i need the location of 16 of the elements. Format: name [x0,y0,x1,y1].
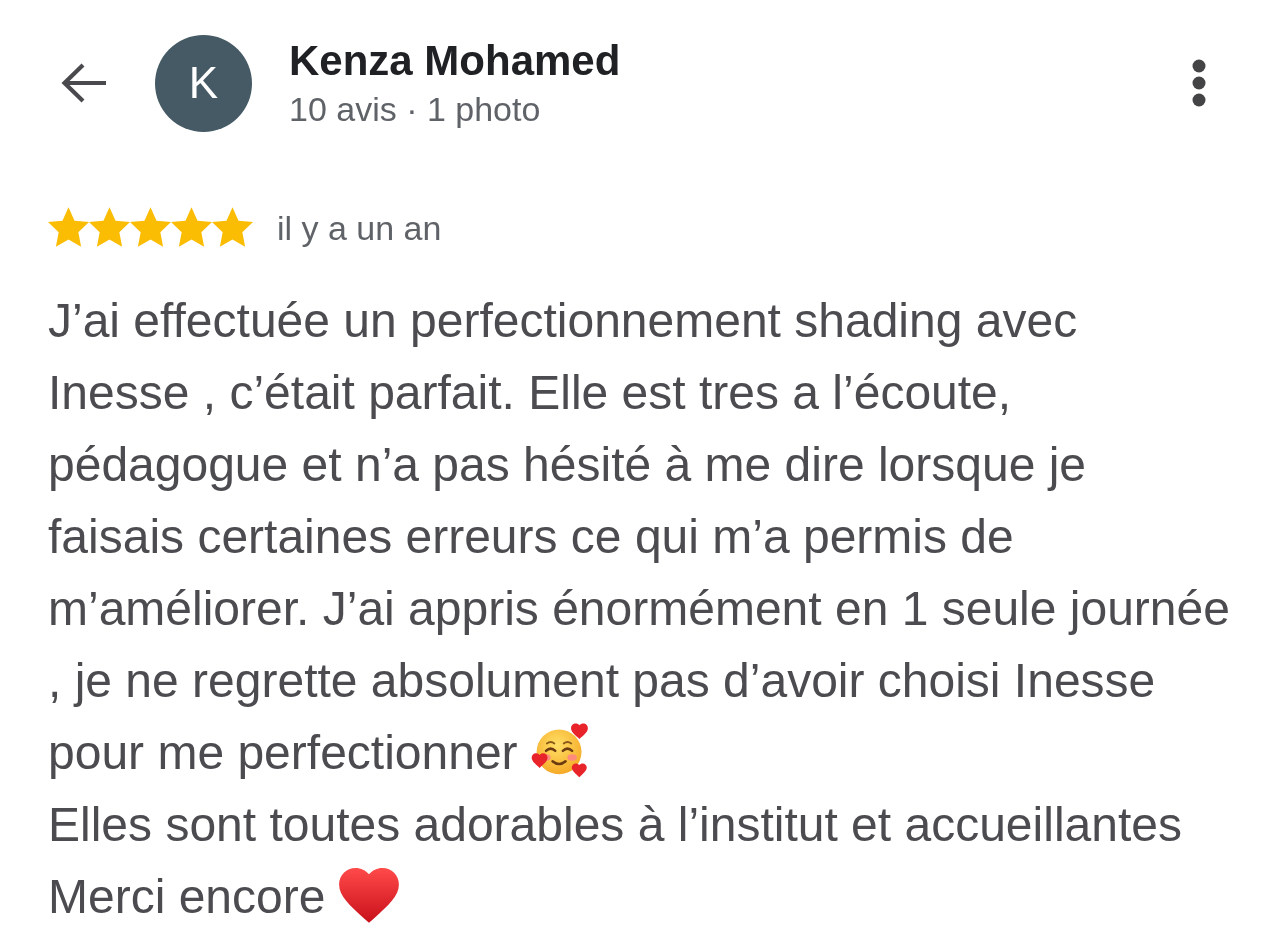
review-text: Elles sont toutes adorables à l’institut et accueillantes [48,797,1182,853]
star-icon [89,206,130,247]
star-icon [171,206,212,247]
more-options-icon[interactable] [1192,59,1206,107]
avatar: K [155,34,252,132]
star-icon [48,206,89,247]
reviewer-stats: 10 avis · 1 photo [289,89,541,129]
smiling-face-with-hearts-icon [529,721,590,779]
heart-icon [339,868,400,923]
reviewer-name: Kenza Mohamed [289,37,621,85]
star-icon [130,206,171,247]
review-text: pour me perfectionner [48,726,518,779]
review-text: Merci encore [48,870,326,923]
back-arrow-icon[interactable] [60,62,108,104]
review-time: il y a un an [277,208,442,248]
star-icon [212,206,253,247]
